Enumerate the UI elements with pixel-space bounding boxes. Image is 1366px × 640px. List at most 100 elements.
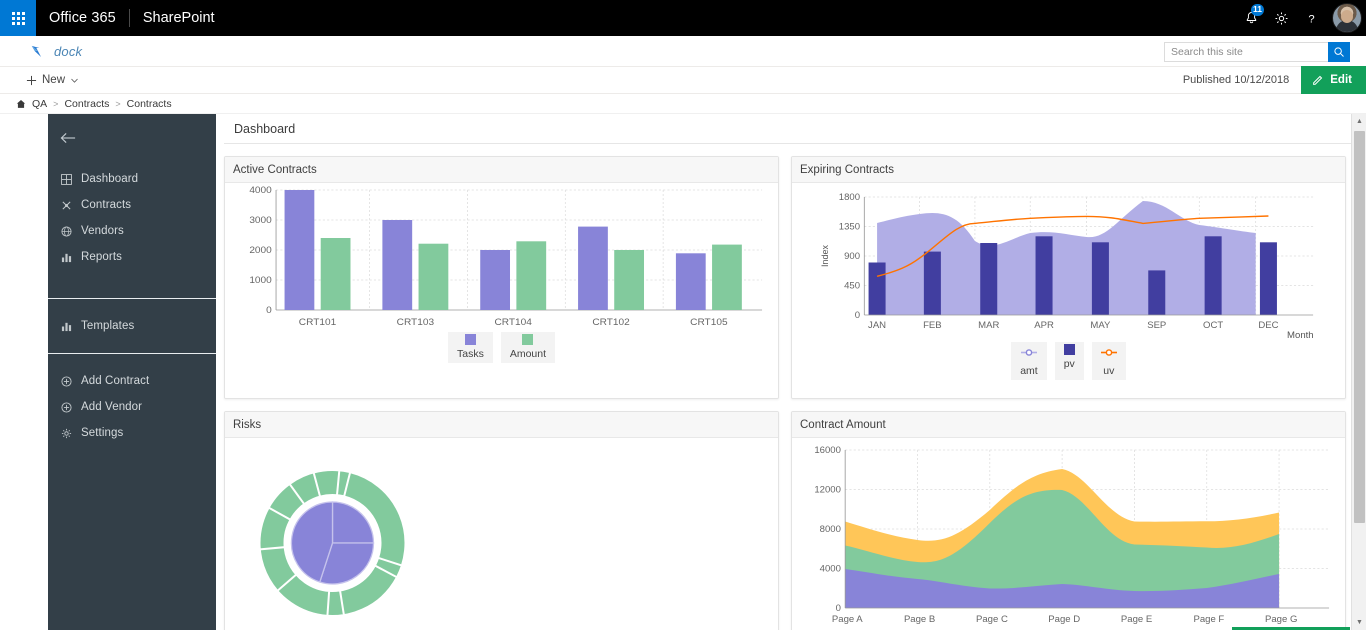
svg-text:3000: 3000 xyxy=(249,215,272,226)
legend-label-tasks: Tasks xyxy=(456,348,484,360)
breadcrumb-item-qa[interactable]: QA xyxy=(32,98,47,110)
card-title: Contract Amount xyxy=(792,412,1345,438)
svg-text:0: 0 xyxy=(266,305,272,316)
x-axis-label: Month xyxy=(1287,330,1314,340)
svg-text:Page G: Page G xyxy=(1265,614,1297,624)
svg-text:1000: 1000 xyxy=(249,275,272,286)
sidebar-item-add-vendor[interactable]: Add Vendor xyxy=(48,394,216,420)
side-navigation: Dashboard Contracts Vendors Reports Temp… xyxy=(48,114,216,630)
legend-label-uv: uv xyxy=(1103,365,1115,377)
svg-text:16000: 16000 xyxy=(814,445,841,455)
svg-text:12000: 12000 xyxy=(814,485,841,495)
svg-text:OCT: OCT xyxy=(1203,320,1224,330)
svg-text:8000: 8000 xyxy=(820,524,841,534)
scroll-down-arrow[interactable]: ▼ xyxy=(1352,615,1366,630)
svg-text:CRT104: CRT104 xyxy=(494,317,532,328)
scroll-up-arrow[interactable]: ▲ xyxy=(1352,114,1366,129)
svg-text:?: ? xyxy=(1308,13,1314,25)
breadcrumb-item-contracts[interactable]: Contracts xyxy=(64,98,109,110)
svg-text:Page C: Page C xyxy=(976,614,1008,624)
svg-text:Page A: Page A xyxy=(832,614,864,624)
user-avatar[interactable] xyxy=(1332,3,1362,33)
y-axis-label: Index xyxy=(820,245,830,267)
legend-active-contracts: Tasks Amount xyxy=(225,332,778,363)
sidebar-item-reports[interactable]: Reports xyxy=(48,244,216,270)
chevron-down-icon xyxy=(71,78,78,83)
svg-text:Page E: Page E xyxy=(1121,614,1152,624)
dashboard-grid: Active Contracts 4000 3000 2000 1000 0 C… xyxy=(216,144,1366,630)
nav-group-tertiary: Add Contract Add Vendor Settings xyxy=(48,364,216,450)
page-bottom-accent xyxy=(1232,627,1350,630)
site-logo-link[interactable]: dock xyxy=(30,43,82,59)
legend-swatch-amt xyxy=(1020,344,1037,362)
legend-swatch-uv xyxy=(1100,344,1117,362)
legend-expiring-contracts: amt pv uv xyxy=(792,342,1345,380)
legend-item-pv[interactable]: pv xyxy=(1054,342,1084,380)
suite-actions: 11 ? xyxy=(1236,0,1366,36)
legend-swatch-amount xyxy=(522,334,534,345)
edit-button[interactable]: Edit xyxy=(1301,66,1366,94)
edit-button-label: Edit xyxy=(1330,74,1352,86)
suite-app-label[interactable]: SharePoint xyxy=(130,10,228,26)
chart-active-contracts[interactable]: 4000 3000 2000 1000 0 CRT101 CRT103 CRT1… xyxy=(225,183,778,398)
nav-group-secondary: Templates xyxy=(48,309,216,343)
sidebar-item-vendors[interactable]: Vendors xyxy=(48,218,216,244)
plus-circle-icon xyxy=(60,375,73,387)
sidebar-item-add-contract[interactable]: Add Contract xyxy=(48,368,216,394)
svg-text:MAR: MAR xyxy=(978,320,1000,330)
plus-circle-icon xyxy=(60,401,73,413)
chart-contract-amount[interactable]: 16000 12000 8000 4000 0 Page A Page B Page … xyxy=(792,438,1345,630)
sidebar-item-label: Add Contract xyxy=(81,375,150,387)
svg-text:CRT102: CRT102 xyxy=(592,317,629,328)
chart-expiring-contracts[interactable]: 1800 1350 900 450 0 Index JAN FEB MAR APR MA… xyxy=(792,183,1345,398)
gear-icon xyxy=(60,428,73,439)
published-status: Published 10/12/2018 xyxy=(1182,74,1290,86)
legend-item-amt[interactable]: amt xyxy=(1011,342,1047,380)
sidebar-item-contracts[interactable]: Contracts xyxy=(48,192,216,218)
help-button[interactable]: ? xyxy=(1296,0,1326,36)
app-launcher-button[interactable] xyxy=(0,0,36,36)
site-search xyxy=(1164,42,1350,62)
svg-text:2000: 2000 xyxy=(249,245,272,256)
chart-icon xyxy=(60,252,73,263)
vertical-scrollbar[interactable]: ▲ ▼ xyxy=(1351,114,1366,630)
breadcrumb: QA > Contracts > Contracts xyxy=(0,94,1366,114)
nav-divider xyxy=(48,298,216,299)
sidebar-item-templates[interactable]: Templates xyxy=(48,313,216,339)
svg-text:CRT105: CRT105 xyxy=(690,317,728,328)
search-input[interactable] xyxy=(1164,42,1328,62)
legend-item-amount[interactable]: Amount xyxy=(500,332,556,363)
nav-back-button[interactable] xyxy=(48,114,216,162)
home-icon xyxy=(16,99,26,108)
scrollbar-thumb[interactable] xyxy=(1354,131,1365,523)
composed-chart-svg: 1800 1350 900 450 0 Index JAN FEB MAR APR MA… xyxy=(820,192,1314,340)
svg-text:Page B: Page B xyxy=(904,614,935,624)
svg-text:CRT101: CRT101 xyxy=(299,317,336,328)
sidebar-item-label: Contracts xyxy=(81,199,132,211)
waffle-icon xyxy=(11,11,25,25)
notifications-button[interactable]: 11 xyxy=(1236,0,1266,36)
card-title: Active Contracts xyxy=(225,157,778,183)
search-button[interactable] xyxy=(1328,42,1350,62)
svg-text:4000: 4000 xyxy=(249,185,272,196)
svg-text:DEC: DEC xyxy=(1258,320,1278,330)
page-title: Dashboard xyxy=(224,114,1352,144)
chart-risks[interactable] xyxy=(225,438,778,630)
contract-icon xyxy=(60,200,73,211)
settings-button[interactable] xyxy=(1266,0,1296,36)
dock-logo-icon xyxy=(31,45,42,57)
card-expiring-contracts: Expiring Contracts 1800 1350 900 450 0 I… xyxy=(791,156,1346,399)
risks-donut xyxy=(258,468,407,617)
office365-suite-bar: Office 365 SharePoint 11 ? xyxy=(0,0,1366,36)
legend-item-tasks[interactable]: Tasks xyxy=(447,332,493,363)
sidebar-item-dashboard[interactable]: Dashboard xyxy=(48,166,216,192)
plus-icon xyxy=(26,75,37,85)
command-bar-right: Published 10/12/2018 Edit xyxy=(1183,66,1366,94)
suite-brand-label[interactable]: Office 365 xyxy=(36,10,129,26)
svg-text:4000: 4000 xyxy=(820,564,841,574)
sidebar-item-label: Dashboard xyxy=(81,173,139,185)
new-button[interactable]: New xyxy=(26,74,79,86)
legend-item-uv[interactable]: uv xyxy=(1091,342,1126,380)
svg-text:0: 0 xyxy=(855,310,860,320)
sidebar-item-settings[interactable]: Settings xyxy=(48,420,216,446)
